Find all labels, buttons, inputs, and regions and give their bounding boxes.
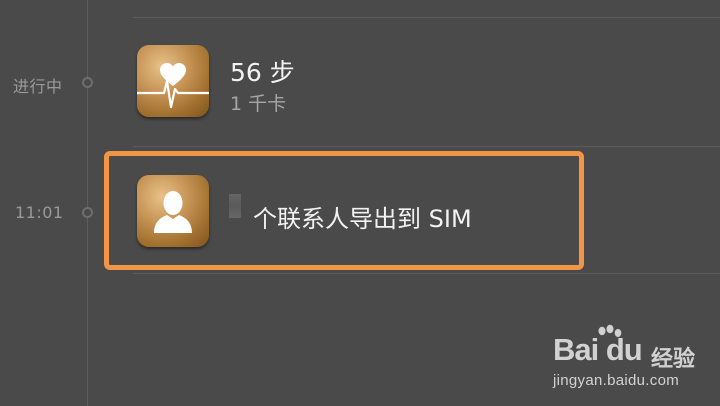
timeline-line [87,0,88,406]
heart-rate-icon[interactable] [137,45,209,117]
time-label-in-progress: 进行中 [13,77,63,96]
timeline-screen: 进行中 56 步 1 千卡 11:01 个联系人导出到 SIM Bai du 经… [0,0,720,406]
calories-text: 1 千卡 [230,93,287,115]
time-label-1101: 11:01 [15,203,64,222]
export-contacts-text: 个联系人导出到 SIM [253,205,472,233]
paw-icon [598,324,622,337]
divider [133,273,720,274]
steps-count: 56 步 [230,58,295,87]
contact-person-icon[interactable] [137,175,209,247]
divider [133,146,720,147]
timeline-dot [82,77,93,88]
baidu-jingyan-cn: 经验 [651,347,696,372]
baidu-watermark: Bai du 经验 jingyan.baidu.com [553,324,713,396]
redacted-count [229,194,241,218]
timeline-dot [82,207,93,218]
watermark-url: jingyan.baidu.com [553,372,680,389]
divider [133,17,720,18]
